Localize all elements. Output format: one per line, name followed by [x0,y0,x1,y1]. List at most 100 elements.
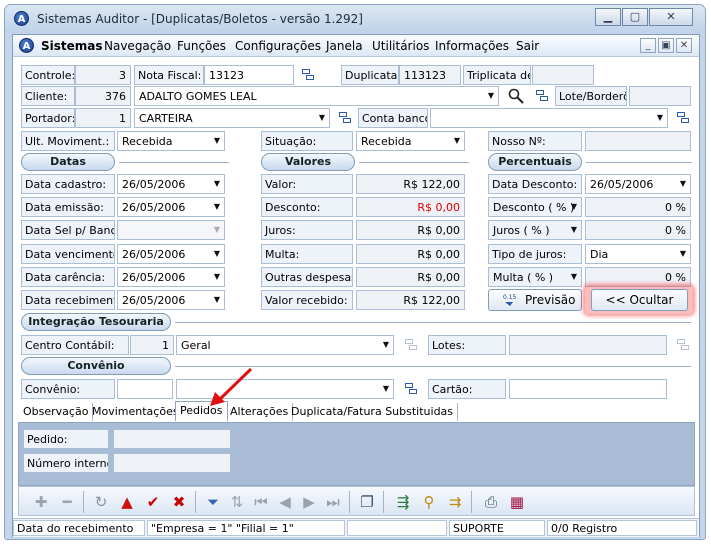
add-icon[interactable]: ✚ [31,492,51,512]
next-record-icon[interactable]: ▶ [299,492,319,512]
cancel-icon[interactable]: ✖ [169,492,189,512]
export-icon[interactable]: ⇉ [445,492,465,512]
svg-text:0.15: 0.15 [503,294,517,301]
menu-janela[interactable]: Janela [326,39,363,53]
search-icon[interactable] [508,88,524,104]
menu-app-icon[interactable]: A [19,38,34,53]
centro-contabil-code-field: 1 [130,335,174,355]
desconto-label: Desconto: [261,197,353,217]
portador-lookup-icon[interactable] [338,111,352,125]
remove-icon[interactable]: ━ [57,492,77,512]
datas-section-line [119,162,229,163]
last-record-icon[interactable]: ⏭ [323,492,343,512]
data-cadastro-picker[interactable]: 26/05/2006 [117,174,225,194]
print-icon[interactable]: ⎙ [481,492,501,512]
data-carencia-picker[interactable]: 26/05/2006 [117,267,225,287]
previsao-button[interactable]: 0.15 Previsão [488,289,582,311]
desconto-pct-dropdown[interactable]: Desconto ( % ) [488,197,582,217]
annotation-arrow-icon [210,367,253,406]
menu-sistemas[interactable]: Sistemas [41,39,103,53]
tab-movimentacoes[interactable]: Movimentações [88,403,184,421]
ocultar-button[interactable]: << Ocultar [591,289,688,311]
status-field-name: Data do recebimento [13,520,145,536]
situacao-dropdown[interactable]: Recebida [356,131,465,151]
tipo-juros-label: Tipo de juros: [488,244,582,264]
tab-duplicata-fatura-substituidas[interactable]: Duplicata/Fatura Substituidas [287,403,459,421]
data-sel-banco-picker[interactable] [117,220,225,240]
confirm-icon[interactable]: ✔ [143,492,163,512]
lotes-lookup-icon[interactable] [676,338,690,352]
previous-record-icon[interactable]: ◀ [275,492,295,512]
valor-recebido-field: R$ 122,00 [356,290,465,310]
edit-icon[interactable]: ▲ [117,492,137,512]
mdi-restore-button[interactable]: ▣ [658,38,674,53]
nota-fiscal-label: Nota Fiscal: [134,65,204,85]
status-blank [347,520,447,536]
convenio-label: Convênio: [21,379,115,399]
datas-section-header: Datas [21,153,115,171]
juros-pct-dropdown[interactable]: Juros ( % ) [488,220,582,240]
data-desconto-picker[interactable]: 26/05/2006 [585,174,691,194]
nosso-numero-label: Nosso Nº: [488,131,582,151]
minimize-window-button[interactable]: ▁ [595,8,621,26]
data-vencimento-picker[interactable]: 26/05/2006 [117,244,225,264]
outras-despesas-label: Outras despesas: [261,267,353,287]
sort-icon[interactable]: ⇅ [227,492,247,512]
status-bar: Data do recebimento "Empresa = 1" "Filia… [13,518,699,537]
menu-configuracoes[interactable]: Configurações [235,39,321,53]
close-window-button[interactable]: ✕ [649,8,693,26]
portador-dropdown[interactable]: CARTEIRA [134,108,330,128]
restore-window-button[interactable]: ▢ [622,8,648,26]
cliente-lookup-icon[interactable] [535,89,549,103]
ult-moviment-dropdown[interactable]: Recebida [117,131,225,151]
menu-navegacao[interactable]: Navegação [104,39,171,53]
duplicata-field: 113123 [399,65,461,85]
title-bar[interactable]: A Sistemas Auditor - [Duplicatas/Boletos… [5,5,705,33]
mdi-minimize-button[interactable]: _ [640,38,656,53]
client-area: A Sistemas Navegação Funções Configuraçõ… [12,34,700,537]
conta-banco-lookup-icon[interactable] [676,111,690,125]
data-sel-banco-label: Data Sel p/ Banco: [21,220,115,240]
data-recebimento-label: Data recebimento: [21,290,115,310]
calendar-icon[interactable]: ▦ [507,492,527,512]
centro-lookup-icon[interactable] [404,338,418,352]
import-icon[interactable]: ⇶ [393,492,413,512]
nota-fiscal-lookup-icon[interactable] [301,68,315,82]
nota-fiscal-input[interactable]: 13123 [204,65,294,85]
lote-bordero-label: Lote/Borderô: [555,86,627,106]
convenio-code-input[interactable] [117,379,173,399]
convenio-section-header: Convênio [21,357,171,375]
data-emissao-picker[interactable]: 26/05/2006 [117,197,225,217]
menu-sair[interactable]: Sair [516,39,539,53]
data-recebimento-picker[interactable]: 26/05/2006 [117,290,225,310]
first-record-icon[interactable]: ⏮ [251,492,271,512]
menu-funcoes[interactable]: Funções [177,39,226,53]
controle-field: 3 [75,65,131,85]
app-logo-icon: A [14,11,29,26]
menu-utilitarios[interactable]: Utilitários [372,39,429,53]
menu-bar: A Sistemas Navegação Funções Configuraçõ… [13,35,699,57]
copy-icon[interactable]: ❐ [357,492,377,512]
conta-banco-dropdown[interactable] [430,108,668,128]
lookup-record-icon[interactable]: ⚲ [419,492,439,512]
lote-bordero-field [629,86,691,106]
convenio-lookup-icon[interactable] [404,382,418,396]
status-empresa-filial: "Empresa = 1" "Filial = 1" [147,520,345,536]
tab-observacao[interactable]: Observação [19,403,94,421]
centro-contabil-dropdown[interactable]: Geral [176,335,394,355]
cliente-dropdown[interactable]: ADALTO GOMES LEAL [134,86,499,106]
controle-label: Controle: [21,65,75,85]
mdi-close-button[interactable]: ✕ [676,38,692,53]
toolbar-separator [195,491,196,513]
multa-pct-dropdown[interactable]: Multa ( % ) [488,267,582,287]
tipo-juros-dropdown[interactable]: Dia [585,244,691,264]
toolbar-separator [349,491,350,513]
toolbar-separator [83,491,84,513]
portador-code-field: 1 [75,108,131,128]
menu-informacoes[interactable]: Informações [435,39,509,53]
cartao-input[interactable] [509,379,667,399]
refresh-icon[interactable]: ↻ [91,492,111,512]
valores-section-line [359,162,469,163]
filter-icon[interactable]: ⏷ [203,492,223,512]
valores-section-header: Valores [261,153,355,171]
